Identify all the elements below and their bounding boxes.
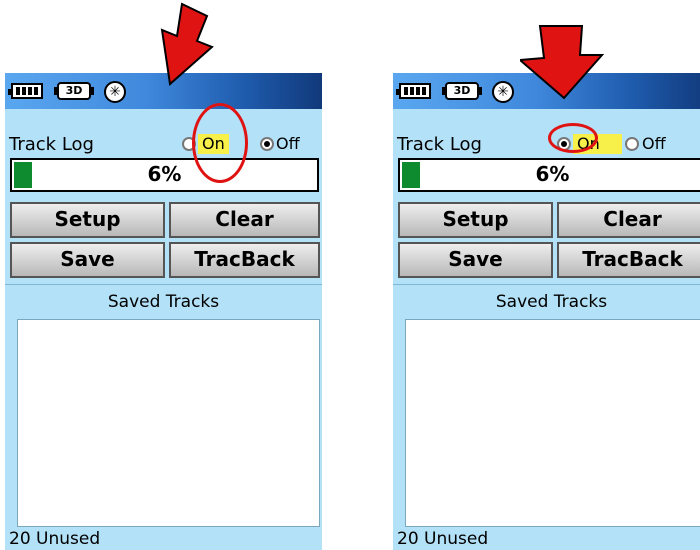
compass-icon: ✳	[104, 81, 126, 103]
option-off-label[interactable]: Off	[276, 134, 300, 154]
saved-tracks-list[interactable]	[405, 319, 700, 527]
unused-count: 20 Unused	[397, 529, 489, 549]
clear-button[interactable]: Clear	[169, 202, 320, 238]
red-arrow-icon	[520, 25, 605, 100]
track-memory-progress: 6%	[10, 158, 319, 192]
setup-button[interactable]: Setup	[10, 202, 165, 238]
compass-icon: ✳	[492, 81, 514, 103]
callout-circle	[548, 123, 598, 153]
radio-off[interactable]	[260, 137, 274, 151]
saved-tracks-list[interactable]	[17, 319, 320, 527]
gps-3d-icon: 3D	[442, 82, 482, 100]
clear-button[interactable]: Clear	[557, 202, 700, 238]
battery-icon	[8, 83, 43, 99]
saved-tracks-title: Saved Tracks	[5, 284, 322, 319]
track-log-label: Track Log	[397, 134, 482, 155]
progress-percent: 6%	[535, 162, 570, 186]
gps-screen-left: 3D ✳ Track Log On Off 6% Setup Clear Sav…	[5, 73, 322, 550]
setup-button[interactable]: Setup	[398, 202, 553, 238]
gps-screen-right: 3D ✳ Track Log On Off 6% Setup Clear Sav…	[393, 73, 700, 550]
battery-icon	[396, 83, 431, 99]
saved-tracks-title: Saved Tracks	[393, 284, 700, 319]
option-off-label[interactable]: Off	[642, 134, 666, 154]
track-memory-progress: 6%	[398, 158, 700, 192]
tracback-button[interactable]: TracBack	[557, 242, 700, 278]
tracback-button[interactable]: TracBack	[169, 242, 320, 278]
save-button[interactable]: Save	[10, 242, 165, 278]
unused-count: 20 Unused	[9, 529, 101, 549]
save-button[interactable]: Save	[398, 242, 553, 278]
red-arrow-icon	[160, 2, 214, 86]
gps-3d-icon: 3D	[54, 82, 94, 100]
callout-circle	[192, 103, 248, 183]
track-log-label: Track Log	[9, 134, 94, 155]
radio-off[interactable]	[625, 137, 639, 151]
progress-percent: 6%	[147, 162, 182, 186]
